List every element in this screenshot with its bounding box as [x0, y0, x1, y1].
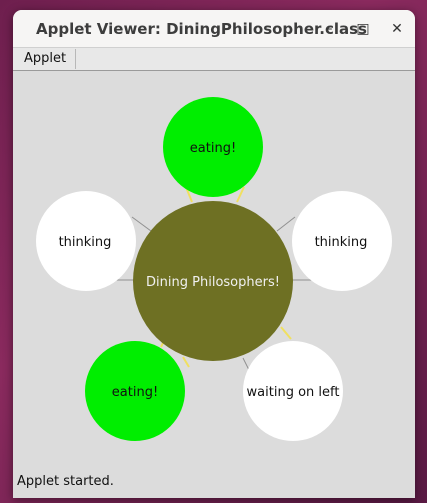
menu-applet[interactable]: Applet: [13, 49, 77, 69]
philosopher-2-state: thinking: [315, 235, 368, 250]
philosopher-3-state: waiting on left: [247, 385, 340, 400]
applet-viewer-window: Applet Viewer: DiningPhilosopher.class –…: [13, 10, 415, 498]
applet-canvas: Dining Philosophers! eating! thinking wa…: [15, 71, 413, 479]
title-bar[interactable]: Applet Viewer: DiningPhilosopher.class –…: [13, 10, 415, 48]
philosopher-5-state: thinking: [59, 235, 112, 250]
philosopher-1-state: eating!: [190, 141, 236, 156]
philosopher-4-state: eating!: [112, 385, 158, 400]
maximize-icon: □: [356, 21, 370, 37]
minimize-icon: –: [325, 21, 333, 37]
close-button[interactable]: ✕: [386, 18, 408, 40]
status-text: Applet started.: [17, 474, 114, 489]
minimize-button[interactable]: –: [318, 18, 340, 40]
close-icon: ✕: [391, 21, 403, 37]
maximize-button[interactable]: □: [352, 18, 374, 40]
table-label: Dining Philosophers!: [146, 275, 280, 290]
menu-bar: Applet: [13, 48, 415, 71]
dining-philosophers-drawing: Dining Philosophers! eating! thinking wa…: [36, 97, 392, 441]
